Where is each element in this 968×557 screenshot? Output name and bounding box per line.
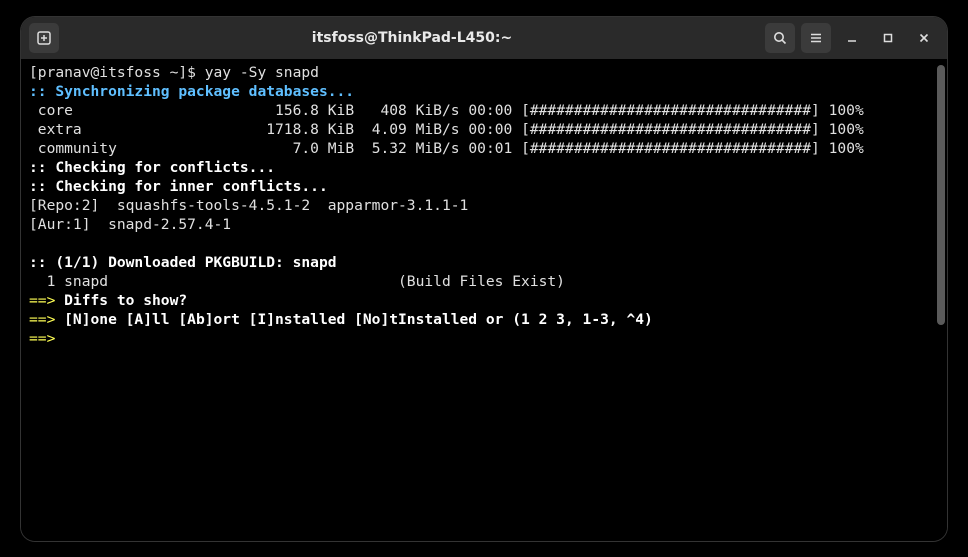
aur-line: [Aur:1] snapd-2.57.4-1	[29, 216, 231, 233]
core-bar: [################################]	[521, 102, 820, 119]
minimize-button[interactable]	[837, 23, 867, 53]
core-time: 00:00	[468, 102, 512, 119]
maximize-icon	[881, 31, 895, 45]
close-icon	[917, 31, 931, 45]
terminal-viewport[interactable]: [pranav@itsfoss ~]$ yay -Sy snapd :: Syn…	[21, 59, 947, 541]
new-tab-button[interactable]	[29, 23, 59, 53]
arrow-3: ==>	[29, 330, 55, 347]
plus-box-icon	[36, 30, 52, 46]
community-size: 7.0 MiB	[293, 140, 355, 157]
diffs-prompt: Diffs to show?	[55, 292, 187, 309]
search-icon	[772, 30, 788, 46]
command: yay -Sy snapd	[205, 64, 319, 81]
terminal-output[interactable]: [pranav@itsfoss ~]$ yay -Sy snapd :: Syn…	[29, 63, 939, 348]
core-pct: 100%	[829, 102, 864, 119]
repo-line: [Repo:2] squashfs-tools-4.5.1-2 apparmor…	[29, 197, 468, 214]
prompt: [pranav@itsfoss ~]$	[29, 64, 205, 81]
core-size: 156.8 KiB	[275, 102, 354, 119]
community-rate: 5.32 MiB/s	[372, 140, 460, 157]
hamburger-icon	[808, 30, 824, 46]
terminal-window: itsfoss@ThinkPad-L450:~	[21, 17, 947, 541]
search-button[interactable]	[765, 23, 795, 53]
extra-time: 00:00	[468, 121, 512, 138]
window-title: itsfoss@ThinkPad-L450:~	[59, 30, 765, 46]
scrollbar-thumb[interactable]	[937, 65, 945, 325]
extra-name: extra	[29, 121, 82, 138]
titlebar: itsfoss@ThinkPad-L450:~	[21, 17, 947, 59]
extra-bar: [################################]	[521, 121, 820, 138]
arrow-1: ==>	[29, 292, 55, 309]
close-button[interactable]	[909, 23, 939, 53]
diff-options: [N]one [A]ll [Ab]ort [I]nstalled [No]tIn…	[55, 311, 652, 328]
snapd-item: 1 snapd	[29, 273, 389, 290]
community-name: community	[29, 140, 117, 157]
sync-line: :: Synchronizing package databases...	[29, 83, 354, 100]
community-bar: [################################]	[521, 140, 820, 157]
extra-size: 1718.8 KiB	[266, 121, 354, 138]
titlebar-left	[29, 23, 59, 53]
extra-rate: 4.09 MiB/s	[372, 121, 460, 138]
extra-pct: 100%	[829, 121, 864, 138]
check-inner-conflicts: :: Checking for inner conflicts...	[29, 178, 328, 195]
titlebar-right	[765, 23, 939, 53]
menu-button[interactable]	[801, 23, 831, 53]
maximize-button[interactable]	[873, 23, 903, 53]
community-pct: 100%	[829, 140, 864, 157]
pkgbuild-line: :: (1/1) Downloaded PKGBUILD: snapd	[29, 254, 337, 271]
minimize-icon	[845, 31, 859, 45]
check-conflicts: :: Checking for conflicts...	[29, 159, 275, 176]
arrow-2: ==>	[29, 311, 55, 328]
core-rate: 408 KiB/s	[380, 102, 459, 119]
core-name: core	[29, 102, 73, 119]
build-files-exist: (Build Files Exist)	[389, 273, 565, 290]
community-time: 00:01	[468, 140, 512, 157]
